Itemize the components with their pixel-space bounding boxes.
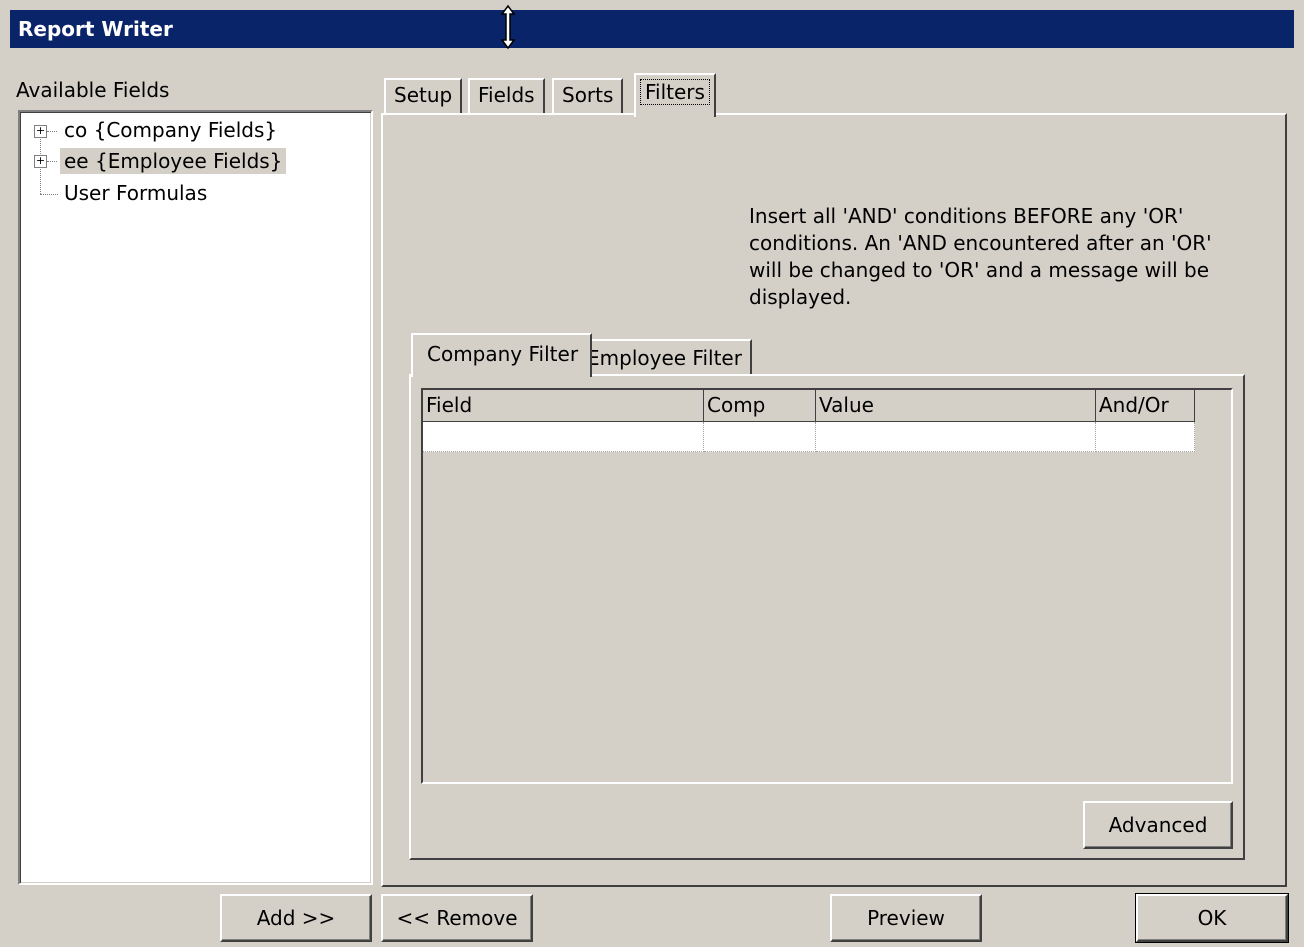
available-fields-tree[interactable]: + co {Company Fields} + ee {Employee Fie…	[18, 110, 373, 885]
tab-company-filter-label: Company Filter	[427, 342, 579, 366]
tree-item-employee-fields[interactable]: ee {Employee Fields}	[60, 148, 287, 174]
window-title: Report Writer	[18, 17, 173, 41]
tab-setup-label: Setup	[394, 83, 453, 107]
title-bar[interactable]: Report Writer	[10, 10, 1294, 48]
remove-button[interactable]: << Remove	[381, 894, 533, 942]
add-button-label: Add >>	[256, 906, 336, 930]
grid-cell-value[interactable]	[816, 422, 1096, 452]
filters-panel: Insert all 'AND' conditions BEFORE any '…	[381, 113, 1287, 887]
tab-filters[interactable]: Filters	[634, 73, 716, 117]
available-fields-label: Available Fields	[16, 78, 170, 102]
tree-item-company-fields[interactable]: co {Company Fields}	[64, 117, 277, 143]
company-filter-panel: Field Comp Value And/Or Advanced	[409, 374, 1245, 860]
tree-connector-line	[40, 194, 58, 195]
grid-cell-field[interactable]	[423, 422, 704, 452]
preview-button-label: Preview	[867, 906, 945, 930]
preview-button[interactable]: Preview	[830, 894, 982, 942]
tab-fields[interactable]: Fields	[468, 78, 545, 114]
add-button[interactable]: Add >>	[220, 894, 372, 942]
expand-plus-icon[interactable]: +	[34, 125, 47, 138]
expand-plus-icon[interactable]: +	[34, 155, 47, 168]
tab-setup[interactable]: Setup	[384, 78, 463, 114]
tab-company-filter[interactable]: Company Filter	[411, 333, 593, 377]
vertical-resize-cursor-icon	[500, 4, 516, 50]
tab-fields-label: Fields	[478, 83, 535, 107]
tree-connector-line	[47, 131, 57, 132]
tree-connector-line	[47, 161, 57, 162]
column-header-comp[interactable]: Comp	[704, 390, 816, 422]
remove-button-label: << Remove	[396, 906, 518, 930]
tree-item-user-formulas[interactable]: User Formulas	[64, 180, 207, 206]
report-writer-window: Report Writer Available Fields + co {Com…	[0, 0, 1304, 947]
filter-grid[interactable]: Field Comp Value And/Or	[421, 388, 1233, 784]
column-header-and-or[interactable]: And/Or	[1096, 390, 1195, 422]
ok-button[interactable]: OK	[1135, 893, 1289, 943]
grid-cell-comp[interactable]	[704, 422, 816, 452]
tab-employee-filter-label: Employee Filter	[587, 346, 742, 370]
tab-sorts-label: Sorts	[562, 83, 614, 107]
tab-employee-filter[interactable]: Employee Filter	[577, 339, 752, 377]
grid-cell-and-or[interactable]	[1096, 422, 1195, 452]
advanced-button[interactable]: Advanced	[1083, 801, 1233, 849]
advanced-button-label: Advanced	[1108, 813, 1208, 837]
ok-button-label: OK	[1197, 906, 1227, 930]
column-header-field[interactable]: Field	[423, 390, 704, 422]
filters-instructions: Insert all 'AND' conditions BEFORE any '…	[749, 204, 1212, 309]
tab-sorts[interactable]: Sorts	[552, 78, 624, 114]
column-header-value[interactable]: Value	[816, 390, 1096, 422]
tab-filters-label: Filters	[640, 79, 710, 105]
